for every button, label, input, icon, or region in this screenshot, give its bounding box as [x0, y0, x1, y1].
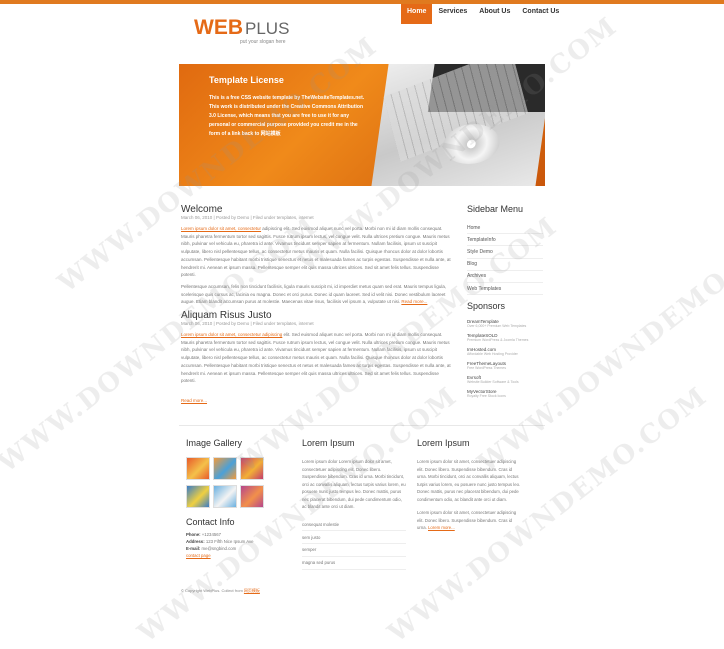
lorem-list-item[interactable]: magna sed purus: [302, 557, 406, 570]
sidebar-menu: Home TemplateInfo Style Demo Blog Archiv…: [467, 222, 557, 296]
post-title[interactable]: Welcome: [181, 204, 451, 215]
sponsor-item[interactable]: ImHosted.com Affordable Web Hosting Provi…: [467, 347, 557, 356]
post-body: adipiscing elit. Sed euismod aliquet nun…: [181, 226, 451, 278]
sponsor-desc: Royalty Free Stock Icons: [467, 394, 506, 399]
post-paragraph: Lorem ipsum dolor sit amet, consectetur …: [181, 225, 451, 279]
sidebar-item-web-templates[interactable]: Web Templates: [467, 283, 543, 296]
nav-services[interactable]: Services: [432, 4, 473, 24]
site-logo[interactable]: WEB PLUS: [194, 16, 289, 40]
lorem-title-1: Lorem Ipsum: [302, 438, 355, 448]
gallery-thumb-1[interactable]: [186, 457, 210, 480]
lorem-list: consequat molestie sem justo semper magn…: [302, 519, 406, 570]
footer-divider: [179, 425, 545, 426]
post-link[interactable]: Lorem ipsum dolor sit amet, consectetur …: [181, 332, 282, 337]
lorem-title-2: Lorem Ipsum: [417, 438, 470, 448]
lorem-text-3: Lorem ipsum dolor sit amet, consectetuer…: [417, 509, 521, 532]
contact-title: Contact Info: [186, 517, 235, 527]
post-link[interactable]: Lorem ipsum dolor sit amet, consectetur: [181, 226, 261, 231]
sponsors-title: Sponsors: [467, 301, 506, 312]
image-gallery: [186, 457, 264, 508]
hero-title: Template License: [209, 75, 284, 85]
hero-text: This is a free CSS website template by T…: [209, 95, 365, 137]
contact-details: Phone: +1234567 Address: 123 Fifth Nice …: [186, 531, 262, 559]
lorem-list-item[interactable]: sem justo: [302, 531, 406, 545]
copyright: © Copyright WebPlus. Collect from 网页模板: [181, 588, 260, 594]
lorem-more-link[interactable]: Lorem more...: [428, 525, 455, 530]
address-label: Address:: [186, 539, 205, 544]
phone-value: +1234567: [201, 532, 222, 537]
sponsor-item[interactable]: TemplateSOLD Premium WordPress & Joomla T…: [467, 333, 557, 342]
nav-about-us[interactable]: About Us: [473, 4, 516, 24]
read-more-link[interactable]: Read more...: [181, 398, 207, 403]
sponsor-desc: Premium WordPress & Joomla Themes: [467, 338, 529, 343]
sidebar-item-blog[interactable]: Blog: [467, 259, 543, 271]
gallery-thumb-4[interactable]: [186, 485, 210, 508]
sponsor-desc: Affordable Web Hosting Provider: [467, 352, 518, 357]
phone-label: Phone:: [186, 532, 201, 537]
footer-gallery-column: Image Gallery Contact Info Phone: +12345…: [186, 438, 264, 559]
sidebar-menu-title: Sidebar Menu: [467, 204, 524, 214]
post-body: elit. Sed euismod aliquet nunc vel porta…: [181, 332, 451, 384]
email-value[interactable]: me@sngbind.com: [202, 546, 237, 551]
sponsor-item[interactable]: DreamTemplate Over 6,000+ Premium Web Tem…: [467, 319, 557, 328]
sidebar-item-archives[interactable]: Archives: [467, 271, 543, 283]
sponsor-desc: Over 6,000+ Premium Web Templates: [467, 324, 527, 329]
gallery-thumb-6[interactable]: [240, 485, 264, 508]
gallery-title: Image Gallery: [186, 438, 243, 448]
sidebar-item-templateinfo[interactable]: TemplateInfo: [467, 234, 543, 247]
nav-contact-us[interactable]: Contact Us: [516, 4, 565, 24]
nav-home[interactable]: Home: [401, 4, 433, 24]
read-more-link[interactable]: Read more...: [401, 299, 427, 304]
lorem-list-item[interactable]: semper: [302, 544, 406, 557]
post-paragraph-2: Pellentesque accumsan, felis non tincidu…: [181, 283, 451, 306]
contact-page-link[interactable]: contact page: [186, 553, 211, 558]
sponsors: Sponsors DreamTemplate Over 6,000+ Premiu…: [467, 301, 557, 398]
post-welcome: Welcome March 06, 2010 | Posted by Demo …: [181, 204, 451, 306]
gallery-thumb-5[interactable]: [213, 485, 237, 508]
gallery-thumb-2[interactable]: [213, 457, 237, 480]
logo-main: WEB: [194, 16, 243, 39]
hero-banner: Template License This is a free CSS webs…: [179, 64, 545, 186]
top-accent-bar: [0, 0, 724, 4]
address-value: 123 Fifth Nice Ipsum Ave: [205, 539, 254, 544]
logo-plus: PLUS: [245, 19, 290, 38]
sidebar-item-home[interactable]: Home: [467, 222, 543, 235]
sponsor-item[interactable]: Evrsoft Website Builder Software & Tools: [467, 375, 557, 384]
copyright-link[interactable]: 网页模板: [244, 588, 260, 593]
lorem-text-1: Lorem ipsum dolor Lorem ipsum dolor sit …: [302, 459, 406, 509]
main-nav: Home Services About Us Contact Us: [401, 4, 565, 24]
sponsor-item[interactable]: MyVectorStore Royalty Free Stock Icons: [467, 389, 557, 398]
post-paragraph: Lorem ipsum dolor sit amet, consectetur …: [181, 331, 451, 385]
post-meta: March 06, 2010 | Posted by Demo | Filed …: [181, 215, 314, 220]
site-slogan: put your slogan here: [240, 39, 286, 45]
lorem-text-2: Lorem ipsum dolor sit amet, consectetuer…: [417, 459, 521, 502]
sidebar-item-style-demo[interactable]: Style Demo: [467, 246, 543, 259]
post-title[interactable]: Aliquam Risus Justo: [181, 310, 451, 321]
sponsor-desc: Website Builder Software & Tools: [467, 380, 519, 385]
footer-lorem-column-2: Lorem Ipsum Lorem ipsum dolor sit amet, …: [417, 438, 521, 532]
copyright-text: © Copyright WebPlus. Collect from: [181, 588, 244, 593]
email-label: E-mail:: [186, 546, 201, 551]
sponsor-desc: Free WordPress Themes: [467, 366, 506, 371]
sidebar: Sidebar Menu Home TemplateInfo Style Dem…: [467, 204, 557, 398]
sponsor-item[interactable]: FreeThemeLayouts Free WordPress Themes: [467, 361, 557, 370]
post-meta: March 06, 2010 | Posted by Demo | Filed …: [181, 321, 314, 327]
lorem-list-item[interactable]: consequat molestie: [302, 519, 406, 532]
post-aliquam: Aliquam Risus Justo March 06, 2010 | Pos…: [181, 310, 451, 407]
gallery-thumb-3[interactable]: [240, 457, 264, 480]
footer-lorem-column-1: Lorem Ipsum Lorem ipsum dolor Lorem ipsu…: [302, 438, 406, 570]
laptop-image: [371, 64, 545, 186]
main-content: Welcome March 06, 2010 | Posted by Demo …: [181, 204, 451, 407]
